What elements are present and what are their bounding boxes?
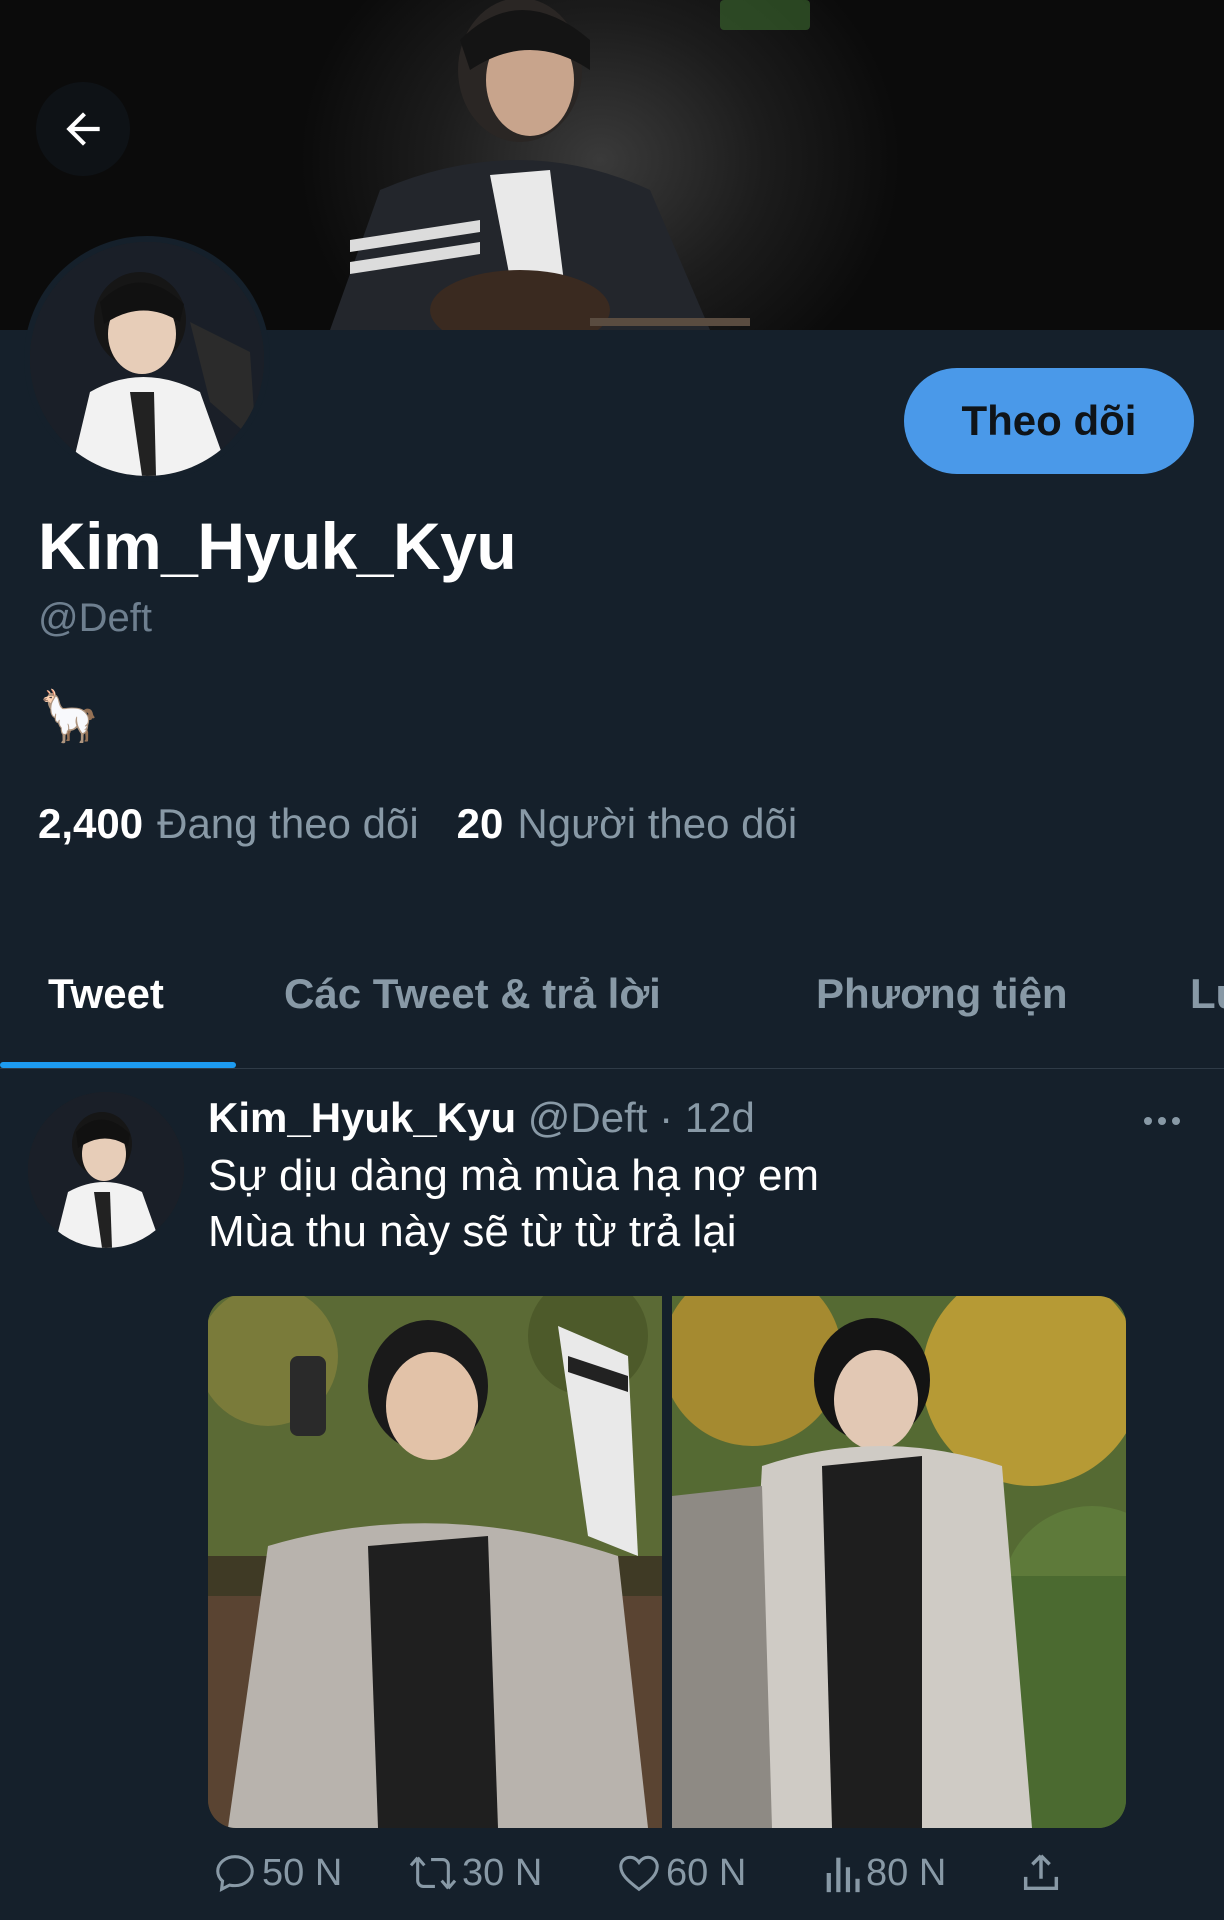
heart-icon [619, 1855, 659, 1892]
arrow-left-icon [66, 112, 100, 146]
like-button[interactable]: 60 N [616, 1850, 746, 1896]
tab-likes[interactable]: Lư [1190, 970, 1224, 1018]
tweet-photo[interactable] [672, 1296, 1126, 1828]
tweet-text-line: Sự dịu dàng mà mùa hạ nợ em [208, 1151, 820, 1200]
tweet-photo-image [672, 1296, 1126, 1828]
following-label: Đang theo dõi [157, 800, 419, 847]
reply-icon [216, 1855, 254, 1892]
reply-button[interactable]: 50 N [212, 1850, 342, 1896]
tweet-meta-separator: · [647, 1094, 685, 1141]
more-horizontal-icon[interactable] [1140, 1106, 1184, 1136]
tweet-timestamp[interactable]: 12d [685, 1094, 755, 1141]
retweet-count: 30 N [462, 1851, 543, 1894]
views-count: 80 N [866, 1851, 947, 1894]
tweet-actions: 50 N 30 N 60 N 80 N [208, 1850, 1088, 1910]
tweet-avatar-photo [28, 1092, 184, 1248]
tab-media[interactable]: Phương tiện [816, 970, 1068, 1018]
profile-avatar[interactable] [24, 236, 270, 482]
tweet-text: Sự dịu dàng mà mùa hạ nợ em Mùa thu này … [208, 1148, 819, 1260]
following-count: 2,400 [38, 800, 144, 847]
tab-tweets[interactable]: Tweet [48, 970, 164, 1018]
like-count: 60 N [666, 1851, 747, 1894]
tweet-author-avatar[interactable] [28, 1092, 184, 1248]
followers-stat[interactable]: 20 Người theo dõi [457, 800, 798, 848]
avatar-photo [30, 242, 264, 476]
retweet-button[interactable]: 30 N [408, 1850, 542, 1896]
views-button[interactable]: 80 N [822, 1850, 946, 1896]
following-stat[interactable]: 2,400 Đang theo dõi [38, 800, 419, 848]
follow-button[interactable]: Theo dõi [904, 368, 1194, 474]
tweet-author-handle: @Deft [527, 1094, 648, 1141]
reply-count: 50 N [262, 1851, 343, 1894]
views-chart-icon [826, 1857, 860, 1893]
tweet-photo-image [208, 1296, 662, 1828]
profile-handle: @Deft [38, 596, 152, 640]
retweet-icon [409, 1856, 457, 1890]
tweet-author-name[interactable]: Kim_Hyuk_Kyu [208, 1094, 516, 1141]
profile-page: Theo dõi Kim_Hyuk_Kyu @Deft 🦙 2,400 Đang… [0, 0, 1224, 1920]
tweet-text-line: Mùa thu này sẽ từ từ trả lại [208, 1207, 737, 1256]
followers-count: 20 [456, 800, 504, 847]
share-button[interactable] [1018, 1850, 1064, 1896]
followers-label: Người theo dõi [517, 800, 798, 847]
profile-stats: 2,400 Đang theo dõi 20 Người theo dõi [38, 800, 797, 848]
tweet-media-grid [208, 1296, 1126, 1828]
profile-display-name: Kim_Hyuk_Kyu [38, 509, 517, 583]
banner-person-with-guitar [330, 0, 750, 330]
share-icon [1023, 1854, 1059, 1891]
tabs-divider [0, 1068, 1224, 1069]
profile-tabs: Tweet Các Tweet & trả lời Phương tiện Lư [0, 940, 1224, 1070]
profile-bio: 🦙 [38, 688, 101, 744]
tweet-photo[interactable] [208, 1296, 662, 1828]
tab-tweets-and-replies[interactable]: Các Tweet & trả lời [284, 970, 661, 1018]
back-button[interactable] [36, 82, 130, 176]
tweet-header: Kim_Hyuk_Kyu @Deft · 12d [208, 1094, 755, 1142]
